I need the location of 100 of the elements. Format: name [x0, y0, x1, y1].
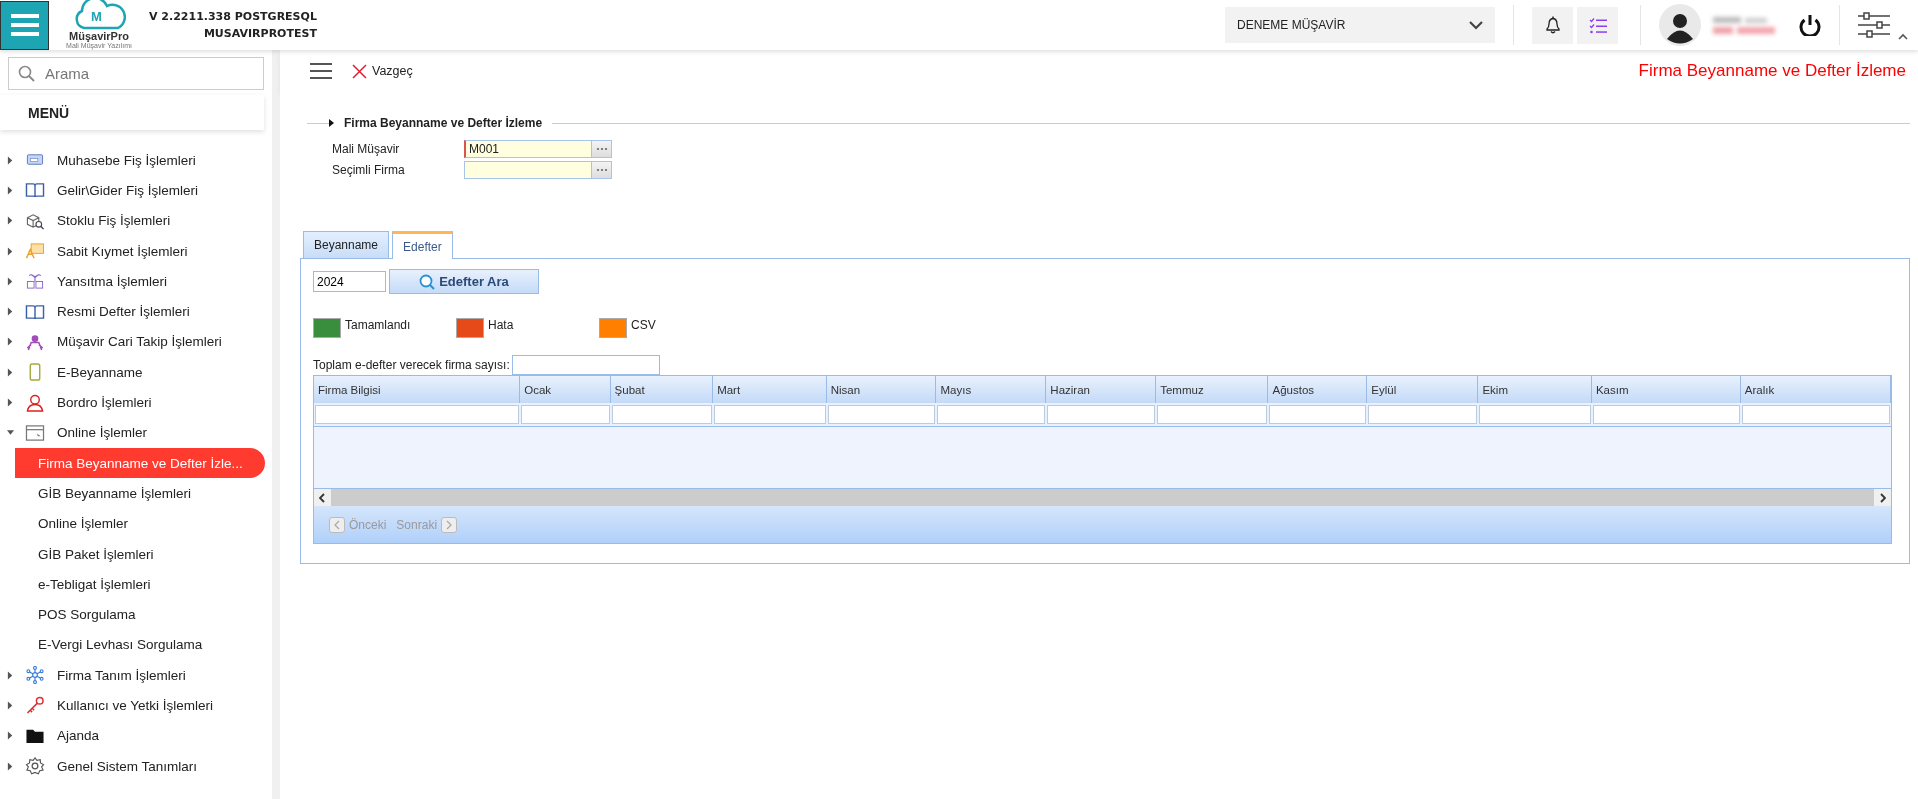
scroll-left-icon[interactable] — [319, 492, 326, 503]
sidebar-item[interactable]: Stoklu Fiş İşlemleri — [0, 205, 272, 236]
caret-right-icon[interactable] — [7, 731, 14, 741]
column-header[interactable]: Mayıs — [936, 376, 1047, 403]
sidebar-item[interactable]: Sabit Kıymet İşlemleri — [0, 235, 272, 267]
filter-field[interactable] — [1047, 405, 1156, 424]
database-name: MUSAVIRPROTEST — [203, 26, 317, 42]
ellipsis-icon — [595, 168, 608, 172]
filter-field[interactable] — [1479, 405, 1591, 424]
caret-right-icon[interactable] — [7, 246, 14, 256]
filter-field[interactable] — [937, 405, 1046, 424]
search-icon — [18, 65, 35, 82]
filter-field[interactable] — [1157, 405, 1268, 424]
sliders-icon[interactable] — [1858, 11, 1890, 39]
legend-label: Tamamlandı — [345, 318, 411, 332]
sidebar-item[interactable]: Gelir\Gider Fiş İşlemleri — [0, 175, 272, 206]
lookup-field[interactable] — [464, 161, 592, 179]
sidebar-subitem[interactable]: POS Sorgulama — [15, 599, 265, 630]
tasks-button[interactable] — [1577, 6, 1618, 44]
checklist-icon — [1588, 16, 1607, 34]
caret-right-icon[interactable] — [7, 276, 14, 286]
power-icon[interactable] — [1799, 14, 1821, 36]
caret-up-icon[interactable] — [1898, 33, 1908, 40]
caret-right-icon[interactable] — [7, 367, 14, 377]
column-header[interactable]: Aralık — [1740, 376, 1891, 403]
caret-right-icon[interactable] — [7, 307, 14, 317]
column-header[interactable]: Ocak — [520, 376, 611, 403]
caret-right-icon[interactable] — [7, 761, 14, 771]
chevron-down-icon — [1469, 20, 1483, 30]
column-header[interactable]: Ağustos — [1268, 376, 1368, 403]
sidebar-subitem[interactable]: E-Vergi Levhası Sorgulama — [15, 629, 265, 661]
page-title: Firma Beyanname ve Defter İzleme — [1638, 61, 1906, 81]
search-button[interactable]: Edefter Ara — [389, 269, 539, 294]
book-icon — [25, 181, 45, 200]
tab[interactable]: Beyanname — [303, 231, 390, 258]
caret-right-icon[interactable] — [7, 155, 14, 165]
caret-down-icon[interactable] — [7, 428, 14, 438]
filter-field[interactable] — [827, 405, 936, 424]
sidebar-item[interactable]: E-Beyanname — [0, 357, 272, 388]
filter-field[interactable] — [1741, 405, 1890, 424]
sidebar-item[interactable]: Ajanda — [0, 720, 272, 751]
sidebar-item[interactable]: Muhasebe Fiş İşlemleri — [0, 145, 272, 176]
sidebar-item[interactable]: Bordro İşlemleri — [0, 387, 272, 418]
column-header[interactable]: Mart — [713, 376, 827, 403]
filter-field[interactable] — [1368, 405, 1478, 424]
caret-right-icon[interactable] — [7, 701, 14, 710]
sidebar-item[interactable]: Genel Sistem Tanımları — [0, 750, 272, 782]
menu-heading: MENÜ — [0, 95, 264, 130]
column-header[interactable]: Kasım — [1591, 376, 1741, 403]
filter-field[interactable] — [315, 405, 520, 424]
filter-field[interactable] — [714, 405, 826, 424]
lookup-button[interactable] — [592, 161, 612, 179]
filter-field[interactable] — [611, 405, 713, 424]
sidebar-subitem[interactable]: e-Tebligat İşlemleri — [15, 569, 265, 600]
scroll-right-icon[interactable] — [1879, 492, 1886, 503]
sidebar-item[interactable]: Yansıtma İşlemleri — [0, 266, 272, 297]
filter-field[interactable] — [521, 405, 610, 424]
sidebar-subitem[interactable]: Online İşlemler — [15, 508, 265, 539]
total-field[interactable] — [511, 355, 660, 375]
horizontal-scrollbar[interactable] — [314, 488, 1891, 506]
filter-field[interactable] — [1592, 405, 1740, 424]
column-header[interactable]: Firma Bilgisi — [314, 376, 521, 403]
sidebar-subitem[interactable]: Firma Beyanname ve Defter İzle... — [15, 447, 265, 479]
column-header[interactable]: Ekim — [1478, 376, 1592, 403]
sidebar-subitem[interactable]: GİB Beyanname İşlemleri — [15, 478, 265, 509]
easel-icon — [25, 242, 45, 261]
sidebar-subitem[interactable]: GİB Paket İşlemleri — [15, 538, 265, 570]
year-field[interactable]: 2024 — [313, 271, 386, 292]
lookup-field[interactable]: M001 — [464, 140, 592, 158]
blurred-name-drawing — [1713, 14, 1777, 36]
legend-label: Hata — [488, 318, 514, 332]
sidebar-item[interactable]: Firma Tanım İşlemleri — [0, 660, 272, 691]
caret-right-icon[interactable] — [329, 119, 334, 127]
caret-right-icon[interactable] — [7, 670, 14, 680]
avatar-icon[interactable] — [1659, 4, 1701, 46]
menu-button[interactable] — [0, 0, 49, 50]
caret-right-icon[interactable] — [7, 398, 14, 407]
column-header[interactable]: Haziran — [1046, 376, 1157, 403]
sidebar-item[interactable]: Resmi Defter İşlemleri — [0, 296, 272, 327]
column-header[interactable]: Şubat — [610, 376, 714, 403]
tab[interactable]: Edefter — [392, 231, 453, 259]
caret-right-icon[interactable] — [7, 337, 14, 347]
field-label: Seçimli Firma — [332, 163, 406, 177]
lookup-button[interactable] — [592, 140, 612, 158]
caret-right-icon[interactable] — [7, 185, 14, 195]
column-header[interactable]: Eylül — [1367, 376, 1479, 403]
company-select[interactable]: DENEME MÜŞAVİR — [1225, 7, 1495, 43]
caret-right-icon[interactable] — [7, 216, 14, 226]
sidebar-item[interactable]: Online İşlemler — [0, 417, 272, 448]
column-header[interactable]: Temmuz — [1156, 376, 1269, 403]
chevron-right-icon — [446, 519, 453, 530]
search-field[interactable]: Arama — [8, 57, 264, 90]
cancel-button[interactable]: Vazgeç — [352, 63, 413, 79]
notifications-button[interactable] — [1532, 6, 1573, 44]
network-icon — [25, 666, 45, 685]
column-header[interactable]: Nisan — [826, 376, 937, 403]
menu-icon[interactable] — [310, 63, 332, 79]
sidebar-item[interactable]: Kullanıcı ve Yetki İşlemleri — [0, 690, 272, 721]
sidebar-item[interactable]: Müşavir Cari Takip İşlemleri — [0, 326, 272, 358]
filter-field[interactable] — [1269, 405, 1367, 424]
